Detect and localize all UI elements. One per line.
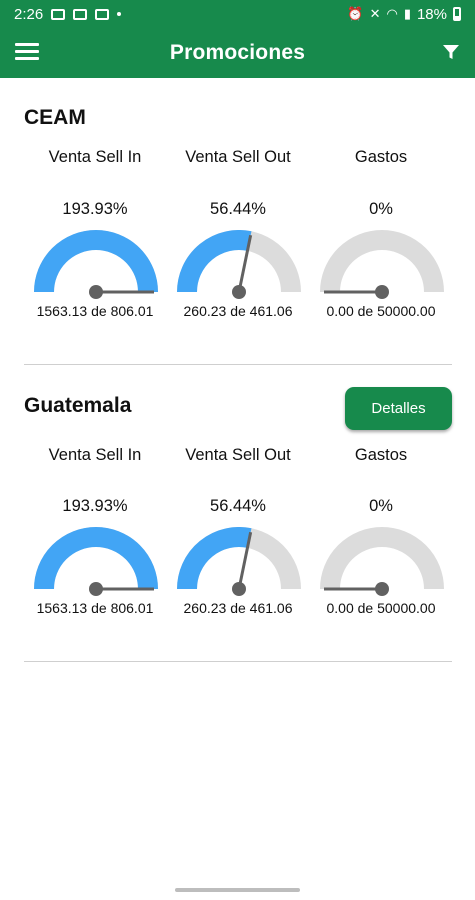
mute-icon: ✕ [369,6,381,21]
gauge-needle-hub [232,285,246,299]
gauge-needle-hub [89,285,103,299]
app-bar: Promociones [0,28,475,78]
home-indicator [175,888,300,892]
menu-icon[interactable] [15,40,41,62]
battery-percentage: 18% [416,5,447,23]
signal-icon: ▮ [403,6,411,21]
gauge-chart [320,230,444,299]
gauge-fill [34,230,158,293]
gauge-label: Venta Sell In [48,148,142,166]
more-notifications-icon [117,12,122,16]
gauge-needle-hub [375,285,389,299]
wifi-icon: ◠ [386,6,398,21]
status-bar: 2:26 ⏰ ✕ ◠ ▮ 18% [0,0,475,28]
gauge-chart [34,230,158,299]
gauge-needle-hub [232,582,246,596]
gauge-needle-hub [89,582,103,596]
gauge-percentage: 56.44% [210,497,266,515]
gauge-track [320,230,444,293]
gauge-percentage: 193.93% [62,200,128,218]
gauge-percentage: 0% [369,497,393,515]
filter-icon[interactable] [441,42,461,62]
region-section-ceam: CEAM Venta Sell In 193.93% 1563.13 de 80… [24,100,452,365]
status-time: 2:26 [14,5,44,23]
gauge-label: Venta Sell In [48,446,142,464]
region-title: CEAM [24,106,86,129]
gauge-detail: 1563.13 de 806.01 [36,600,154,616]
details-button[interactable]: Detalles [345,387,452,430]
gauge-chart [177,527,301,596]
gauge-detail: 0.00 de 50000.00 [326,303,436,319]
battery-icon [453,7,461,21]
gauge-label: Venta Sell Out [185,446,291,464]
gauge-chart [34,527,158,596]
gauge-detail: 0.00 de 50000.00 [326,600,436,616]
gauge-label: Venta Sell Out [185,148,291,166]
gauge-fill [34,527,158,590]
gauge-needle-hub [375,582,389,596]
alarm-icon: ⏰ [347,6,364,21]
region-title: Guatemala [24,394,132,417]
region-section-guatemala: Guatemala Detalles Venta Sell In 193.93%… [24,386,452,651]
gauge-percentage: 56.44% [210,200,266,218]
page-title: Promociones [169,41,306,64]
gauge-detail: 260.23 de 461.06 [183,303,293,319]
gauge-chart [320,527,444,596]
gauge-track [320,527,444,590]
image-notification-icon [73,8,88,20]
mail-notification-icon [95,8,110,20]
gauge-percentage: 0% [369,200,393,218]
section-divider [24,661,452,662]
gallery-notification-icon [51,8,66,20]
section-divider [24,364,452,365]
gauge-percentage: 193.93% [62,497,128,515]
gauge-detail: 260.23 de 461.06 [183,600,293,616]
gauge-chart [177,230,301,299]
gauge-label: Gastos [354,446,408,464]
gauge-detail: 1563.13 de 806.01 [36,303,154,319]
gauge-label: Gastos [354,148,408,166]
